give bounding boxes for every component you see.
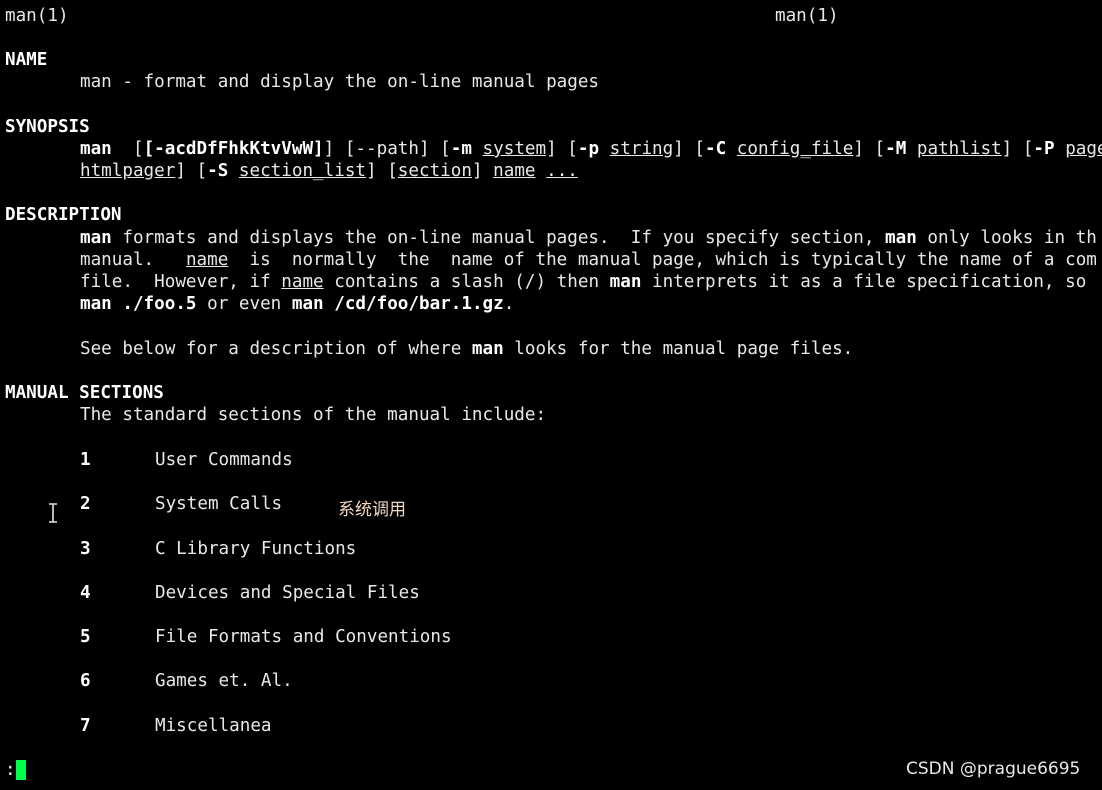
synopsis-opt-flags: [[-acdDfFhkKtvVwW]] — [132, 139, 335, 159]
p-arg: string — [609, 139, 674, 159]
description-line-5: See below for a description of where man… — [80, 338, 853, 360]
desc-tail-1: only looks in th — [916, 228, 1097, 248]
section-number: 2 — [80, 494, 91, 514]
section-heading-description: DESCRIPTION — [5, 205, 122, 225]
desc-text-3b: contains a slash (/) then — [323, 272, 610, 292]
desc-name-3: name — [281, 272, 324, 292]
pager-prompt[interactable]: : — [5, 759, 16, 781]
desc-text-1: formats and displays the on-line manual … — [111, 228, 886, 248]
M-arg: pathlist — [916, 139, 1002, 159]
terminal-window[interactable]: man(1) man(1) NAME man - format and disp… — [0, 0, 1102, 790]
header-left: man(1) — [5, 6, 69, 26]
description-line-2: manual. name is normally the name of the… — [80, 249, 1097, 271]
description-line-1: man formats and displays the on-line man… — [80, 227, 1097, 249]
synopsis-line-1: man [[-acdDfFhkKtvVwW]] [--path] [-m sys… — [80, 138, 1102, 160]
section-label: File Formats and Conventions — [155, 627, 452, 647]
C-arg: config_file — [736, 139, 854, 159]
desc-text-4b: or even — [196, 294, 292, 314]
section-heading-name: NAME — [5, 50, 48, 70]
p-flag: -p — [577, 139, 600, 159]
desc-text-2a: manual. — [80, 250, 186, 270]
section-number: 1 — [80, 450, 91, 470]
section-label: Devices and Special Files — [155, 583, 420, 603]
m-arg: system — [482, 139, 547, 159]
htmlpager-arg: htmlpager — [80, 161, 176, 181]
opt-flags-text: [-acdDfFhkKtvVwW] — [143, 139, 324, 159]
section-number: 6 — [80, 671, 91, 691]
desc-name-2: name — [185, 250, 229, 270]
desc-man-1: man — [80, 228, 112, 248]
desc-text-3c: interprets it as a file specification, s… — [641, 272, 1087, 292]
header-right: man(1) — [775, 6, 839, 26]
description-line-4: man ./foo.5 or even man /cd/foo/bar.1.gz… — [80, 293, 514, 315]
desc-text-5a: See below for a description of where — [80, 339, 472, 359]
S-arg: section_list — [238, 161, 367, 181]
desc-example-1: man ./foo.5 — [80, 294, 197, 314]
watermark: CSDN @prague6695 — [906, 759, 1081, 779]
section-number: 5 — [80, 627, 91, 647]
m-flag: -m — [450, 139, 472, 159]
section-label: Miscellanea — [155, 716, 272, 736]
section-arg: section — [397, 161, 472, 181]
C-flag: -C — [705, 139, 727, 159]
desc-man-3: man — [609, 272, 642, 292]
block-cursor — [16, 760, 26, 780]
text-cursor-icon — [49, 503, 57, 523]
section-number: 3 — [80, 539, 91, 559]
ellipsis-arg: ... — [546, 161, 578, 181]
section-number: 4 — [80, 583, 91, 603]
name-description: man - format and display the on-line man… — [80, 72, 600, 92]
synopsis-cmd: man — [80, 139, 112, 159]
desc-text-2b: is normally the name of the manual page,… — [228, 250, 1097, 270]
annotation-note: 系统调用 — [338, 500, 406, 520]
desc-example-2: man /cd/foo/bar.1.gz — [291, 294, 504, 314]
desc-text-5b: looks for the manual page files. — [503, 339, 854, 359]
section-number: 7 — [80, 716, 91, 736]
desc-text-3a: file. However, if — [80, 272, 282, 292]
M-flag: -M — [885, 139, 907, 159]
name-arg: name — [493, 161, 536, 181]
desc-text-4d: . — [503, 294, 515, 314]
S-flag: -S — [207, 161, 229, 181]
path-flag-text: [--path] — [344, 139, 430, 159]
section-heading-manual-sections: MANUAL SECTIONS — [5, 383, 164, 403]
P-flag: -P — [1033, 139, 1055, 159]
manual-sections-intro: The standard sections of the manual incl… — [80, 405, 547, 425]
P-arg: pager — [1065, 139, 1102, 159]
section-label: C Library Functions — [155, 539, 357, 559]
section-label: User Commands — [155, 450, 293, 470]
synopsis-line-2: htmlpager] [-S section_list] [section] n… — [80, 161, 578, 181]
section-label: Games et. Al. — [155, 671, 293, 691]
synopsis-path-flag: [--path] — [345, 139, 430, 159]
desc-man-5: man — [471, 339, 504, 359]
desc-man-2: man — [885, 228, 917, 248]
section-label: System Calls — [155, 494, 283, 514]
section-heading-synopsis: SYNOPSIS — [5, 117, 90, 137]
description-line-3: file. However, if name contains a slash … — [80, 271, 1086, 293]
